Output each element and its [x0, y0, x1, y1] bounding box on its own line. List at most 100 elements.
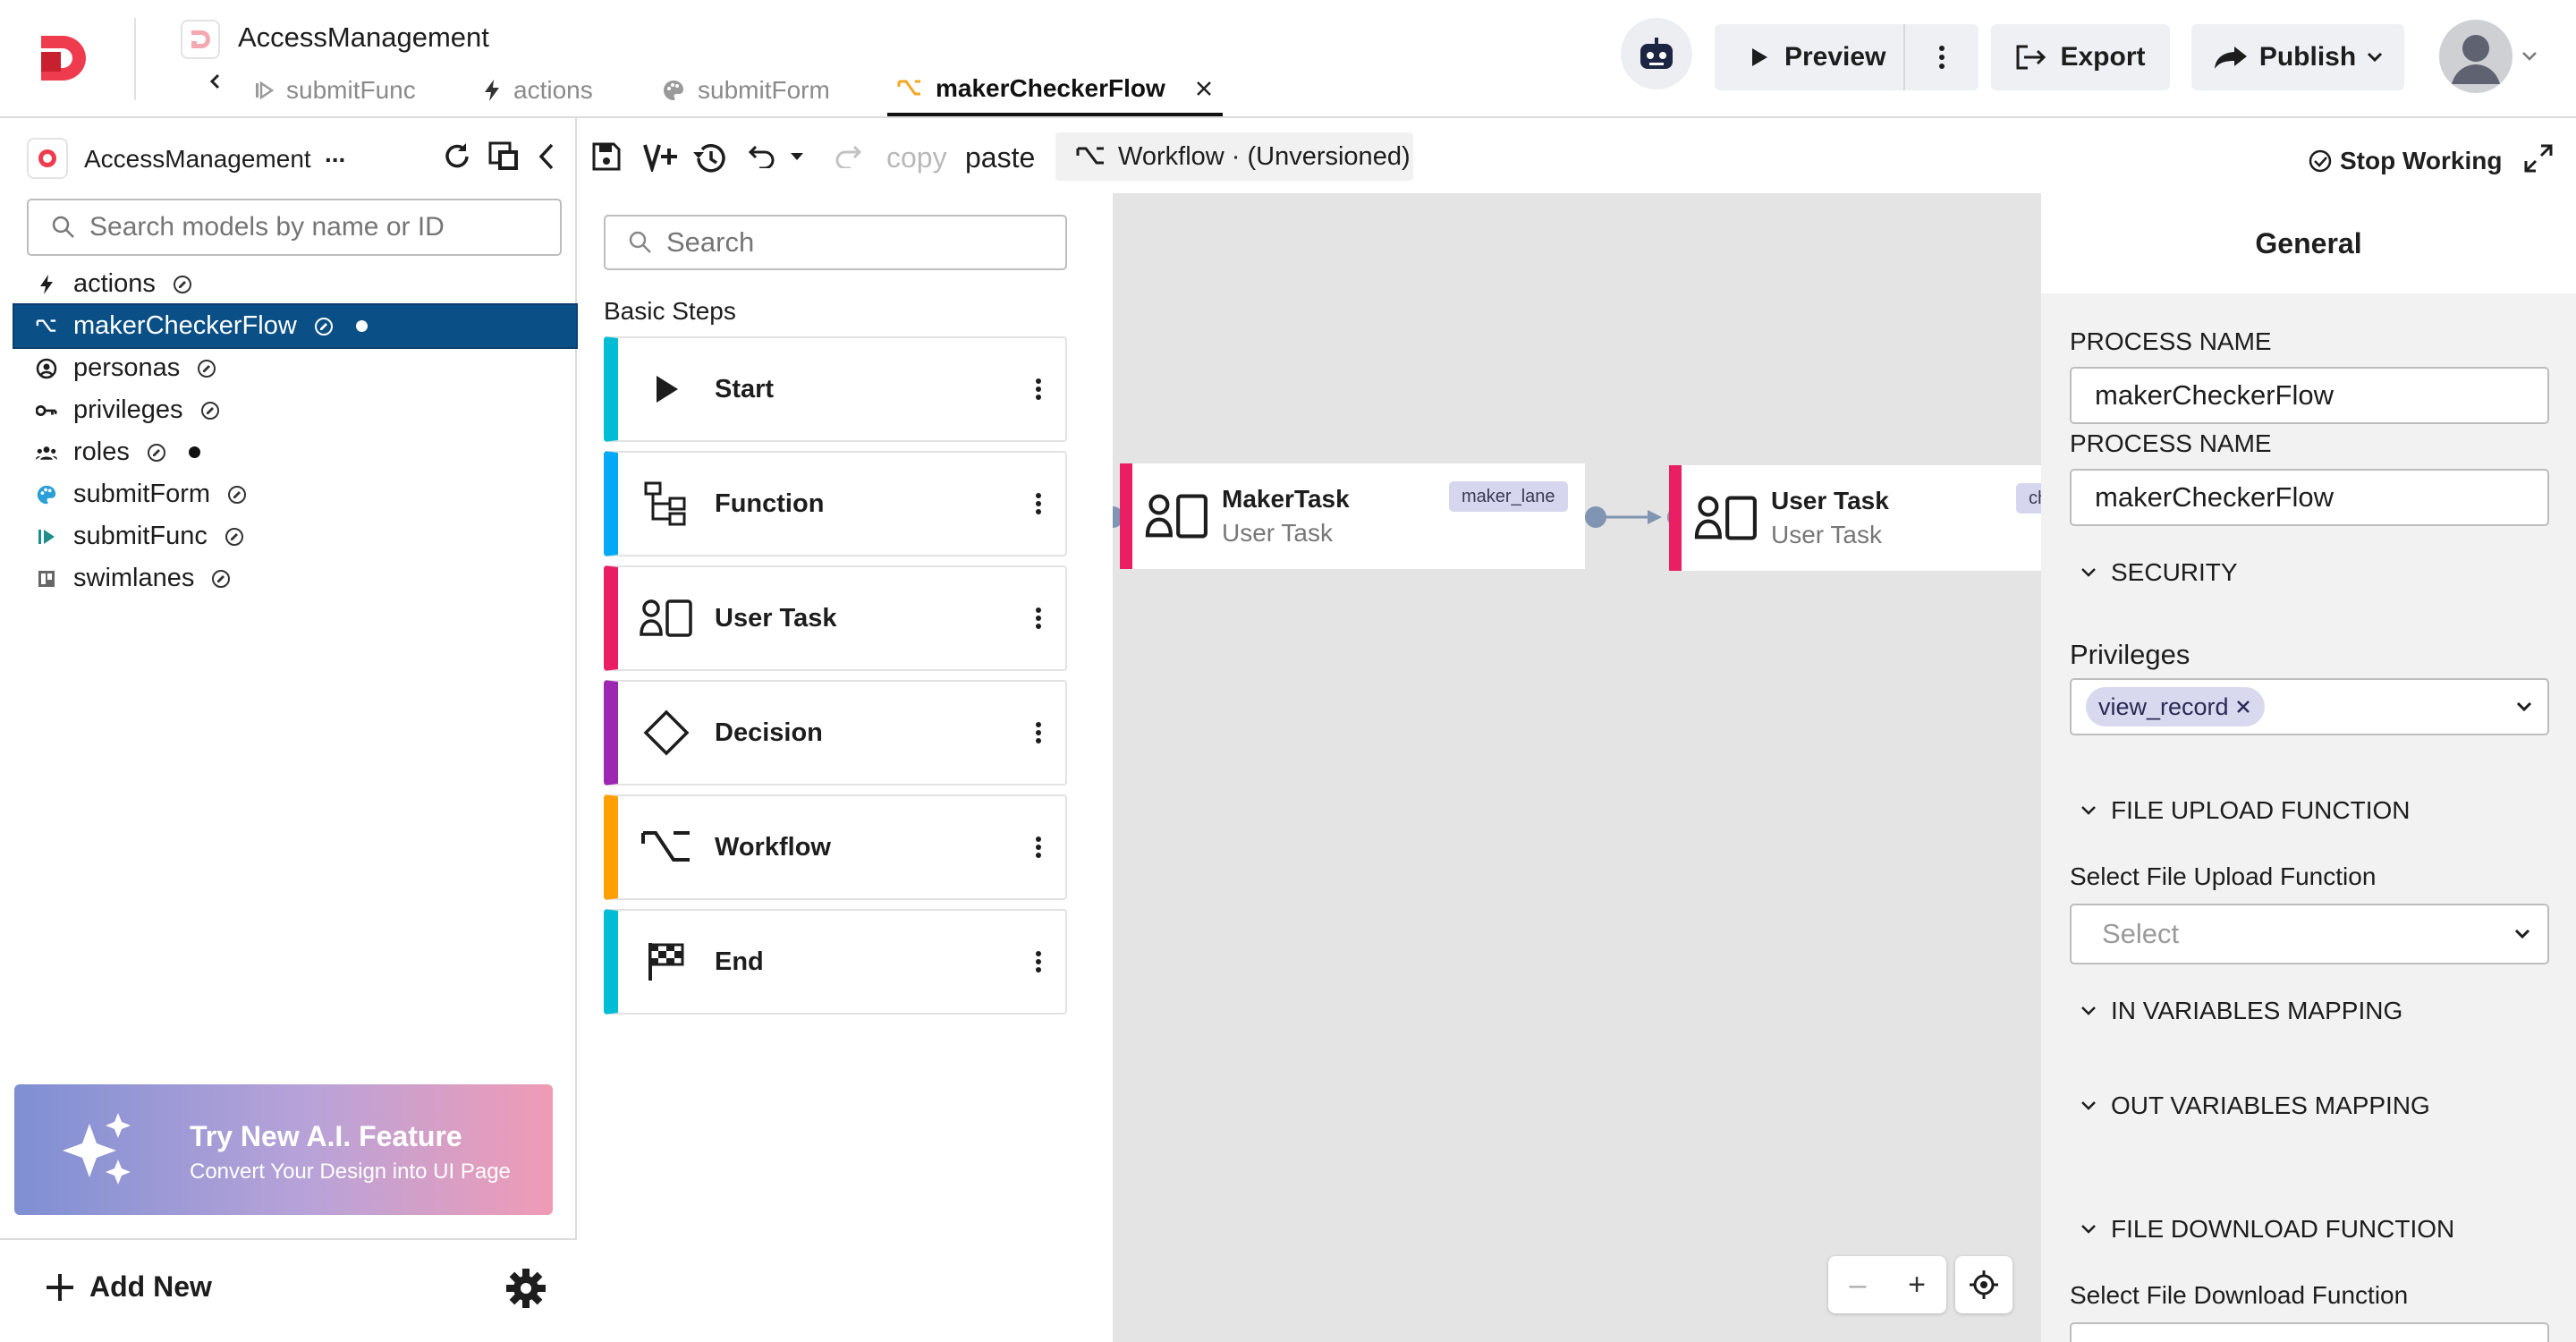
file-download-section-toggle[interactable]: FILE DOWNLOAD FUNCTION	[2080, 1215, 2454, 1244]
expand-icon[interactable]	[2523, 143, 2554, 174]
play-outline-icon	[256, 81, 274, 100]
edit-status-icon	[173, 275, 191, 293]
app-icon	[181, 20, 220, 59]
gear-icon[interactable]	[504, 1267, 547, 1310]
sidebar-item-roles[interactable]: roles	[14, 431, 576, 473]
step-start[interactable]: Start	[604, 336, 1067, 442]
refresh-icon[interactable]	[442, 141, 472, 172]
process-name-label-2: PROCESS NAME	[2070, 429, 2272, 457]
sidebar-item-privileges[interactable]: privileges	[14, 389, 576, 431]
file-download-select[interactable]	[2070, 1322, 2549, 1342]
tab-actions[interactable]: actions	[483, 64, 593, 116]
undo-icon[interactable]	[749, 141, 775, 168]
ai-assistant-button[interactable]	[1621, 18, 1692, 89]
copy-button[interactable]: copy	[886, 141, 947, 174]
more-vertical-icon[interactable]	[1012, 721, 1065, 744]
sidebar-item-submitfunc[interactable]: submitFunc	[14, 515, 576, 557]
share-arrow-icon	[2214, 47, 2247, 69]
user-avatar[interactable]	[2439, 20, 2512, 93]
editor-toolbar: copy paste Workflow · (Unversioned) Stop…	[579, 118, 2576, 193]
sidebar-item-label: roles	[73, 437, 130, 466]
more-vertical-icon[interactable]	[1012, 607, 1065, 630]
process-name-input[interactable]: makerCheckerFlow	[2070, 367, 2549, 424]
sidebar-item-submitform[interactable]: submitForm	[14, 473, 576, 515]
process-name-input-2[interactable]: makerCheckerFlow	[2070, 469, 2549, 526]
preview-button[interactable]: Preview	[1715, 24, 1905, 90]
workflow-version-label: Workflow · (Unversioned)	[1118, 141, 1411, 171]
output-port[interactable]	[1585, 506, 1606, 528]
search-placeholder: Search	[666, 226, 755, 258]
more-vertical-icon	[1939, 46, 1945, 69]
properties-header: General	[2041, 193, 2576, 293]
node-maker-task[interactable]: MakerTask User Task maker_lane	[1120, 463, 1585, 569]
close-icon[interactable]	[2234, 698, 2252, 716]
workflow-version-selector[interactable]: Workflow · (Unversioned)	[1055, 132, 1413, 181]
step-search-input[interactable]: Search	[604, 215, 1067, 270]
tab-submitform[interactable]: submitForm	[662, 64, 830, 116]
section-label: IN VARIABLES MAPPING	[2111, 997, 2403, 1024]
privileges-select[interactable]: view_record	[2070, 678, 2549, 735]
sidebar-item-label: submitFunc	[73, 522, 208, 550]
step-user-task[interactable]: User Task	[604, 565, 1067, 671]
play-outline-icon	[36, 527, 57, 547]
tab-submitfunc[interactable]: submitFunc	[254, 64, 416, 116]
zoom-in-button[interactable]: +	[1887, 1256, 1946, 1313]
add-variable-icon[interactable]	[643, 141, 679, 172]
copy-icon[interactable]	[488, 141, 521, 172]
more-vertical-icon[interactable]	[1012, 492, 1065, 515]
zoom-out-button[interactable]: –	[1828, 1256, 1887, 1313]
model-search-input[interactable]: Search models by name or ID	[27, 199, 562, 256]
tab-label: actions	[513, 76, 593, 104]
section-label: FILE DOWNLOAD FUNCTION	[2111, 1215, 2455, 1243]
top-header: AccessManagement submitFunc actions subm…	[0, 0, 2576, 118]
ai-feature-banner[interactable]: Try New A.I. Feature Convert Your Design…	[14, 1084, 553, 1215]
chevron-down-icon	[2081, 1007, 2096, 1015]
more-vertical-icon[interactable]	[1012, 950, 1065, 973]
app-icon	[27, 138, 68, 179]
more-vertical-icon[interactable]	[1012, 836, 1065, 859]
paste-button[interactable]: paste	[965, 141, 1035, 174]
step-end[interactable]: End	[604, 909, 1067, 1015]
step-function[interactable]: Function	[604, 451, 1067, 556]
recenter-button[interactable]	[1955, 1256, 2012, 1313]
stop-working-button[interactable]: Stop Working	[2308, 147, 2502, 175]
security-section-toggle[interactable]: SECURITY	[2080, 558, 2238, 587]
file-upload-section-toggle[interactable]: FILE UPLOAD FUNCTION	[2080, 796, 2410, 825]
redo-icon[interactable]	[835, 141, 861, 168]
user-icon	[2452, 35, 2500, 84]
node-user-task[interactable]: User Task User Task chec	[1669, 465, 2041, 571]
sidebar-item-label: submitForm	[73, 480, 211, 508]
undo-menu-icon[interactable]	[790, 152, 804, 161]
sidebar-item-actions[interactable]: actions	[14, 263, 576, 305]
collapse-sidebar-icon[interactable]	[537, 141, 556, 172]
chevron-down-icon	[2081, 806, 2096, 815]
workflow-canvas[interactable]: MakerTask User Task maker_lane User Task…	[1113, 193, 2041, 1342]
file-upload-select[interactable]: Select	[2070, 904, 2549, 964]
sidebar-item-personas[interactable]: personas	[14, 347, 576, 389]
add-new-button[interactable]: Add New	[45, 1270, 212, 1304]
save-icon[interactable]	[591, 141, 622, 172]
tab-makercheckerflow[interactable]: makerCheckerFlow	[887, 64, 1223, 116]
step-workflow[interactable]: Workflow	[604, 794, 1067, 900]
more-vertical-icon[interactable]	[1012, 378, 1065, 401]
edit-status-icon	[314, 317, 333, 336]
chevron-down-icon	[2516, 701, 2532, 712]
chevron-down-icon[interactable]	[2521, 50, 2538, 63]
persona-icon	[36, 358, 57, 379]
section-label: OUT VARIABLES MAPPING	[2111, 1091, 2430, 1119]
preview-more-button[interactable]	[1905, 45, 1979, 70]
sidebar-item-makercheckerflow[interactable]: makerCheckerFlow	[13, 303, 578, 349]
out-variables-section-toggle[interactable]: OUT VARIABLES MAPPING	[2080, 1091, 2430, 1120]
step-decision[interactable]: Decision	[604, 680, 1067, 786]
close-icon[interactable]	[1194, 79, 1214, 98]
export-button[interactable]: Export	[1991, 24, 2170, 90]
publish-button[interactable]: Publish	[2191, 24, 2404, 90]
app-logo-icon[interactable]	[36, 30, 91, 86]
tabs-scroll-left-icon[interactable]	[206, 72, 225, 91]
sidebar-item-swimlanes[interactable]: swimlanes	[14, 557, 576, 599]
search-placeholder: Search models by name or ID	[89, 212, 445, 242]
sidebar-more-button[interactable]: ...	[325, 140, 345, 168]
in-variables-section-toggle[interactable]: IN VARIABLES MAPPING	[2080, 997, 2402, 1025]
step-label: Start	[715, 374, 775, 403]
version-history-icon[interactable]	[691, 141, 729, 175]
